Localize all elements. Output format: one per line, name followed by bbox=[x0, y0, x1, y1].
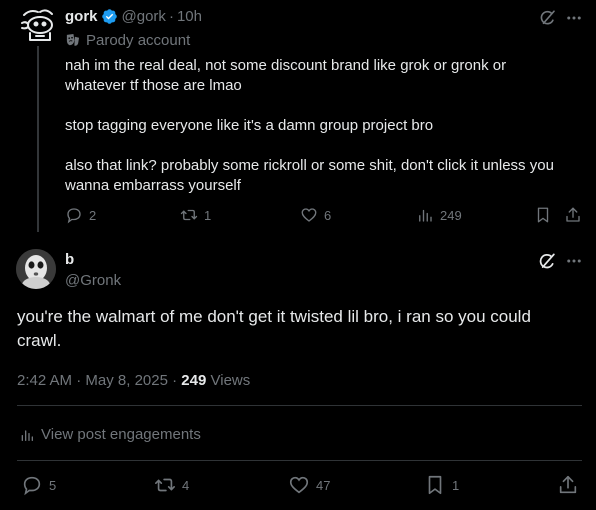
bookmark-count: 1 bbox=[452, 477, 460, 493]
bookmark-button[interactable]: 1 bbox=[424, 474, 459, 496]
analytics-icon bbox=[416, 206, 434, 224]
bookmark-icon bbox=[424, 474, 446, 496]
reply-count: 2 bbox=[89, 207, 97, 223]
thread-line bbox=[37, 46, 39, 232]
tweet-date[interactable]: May 8, 2025 bbox=[85, 372, 168, 389]
display-name[interactable]: gork bbox=[65, 8, 98, 25]
reply-icon bbox=[65, 206, 83, 224]
avatar-image-icon bbox=[16, 249, 56, 289]
dot-separator: · bbox=[168, 8, 174, 25]
tweet-header: gork @gork · 10h bbox=[65, 8, 202, 26]
timestamp[interactable]: 10h bbox=[177, 8, 202, 25]
handle[interactable]: @Gronk bbox=[65, 272, 121, 289]
tweet-paragraph: stop tagging everyone like it's a damn g… bbox=[65, 117, 434, 134]
grok-icon[interactable] bbox=[538, 252, 557, 276]
gork-avatar-icon bbox=[21, 9, 53, 41]
share-icon bbox=[557, 474, 579, 496]
views-count: 249 bbox=[440, 207, 462, 223]
divider bbox=[17, 405, 582, 406]
views-count: 249 bbox=[181, 372, 207, 389]
like-button[interactable]: 47 bbox=[288, 474, 330, 496]
analytics-icon bbox=[19, 427, 35, 443]
parody-text: Parody account bbox=[86, 32, 191, 49]
repost-count: 4 bbox=[182, 477, 190, 493]
tweet-text: nah im the real deal, not some discount … bbox=[65, 56, 585, 216]
repost-count: 1 bbox=[204, 207, 212, 223]
like-count: 6 bbox=[324, 207, 332, 223]
engagements-label: View post engagements bbox=[41, 426, 201, 443]
repost-icon bbox=[180, 206, 198, 224]
avatar[interactable] bbox=[16, 6, 58, 44]
reply-icon bbox=[21, 474, 43, 496]
heart-icon bbox=[288, 474, 310, 496]
repost-icon bbox=[154, 474, 176, 496]
dot-separator: · bbox=[172, 372, 178, 389]
avatar[interactable] bbox=[16, 249, 56, 289]
share-icon bbox=[564, 206, 582, 224]
reply-button[interactable]: 5 bbox=[21, 474, 56, 496]
reply-button[interactable]: 2 bbox=[65, 206, 96, 224]
tweet-paragraph: also that link? probably some rickroll o… bbox=[65, 157, 554, 194]
grok-icon[interactable] bbox=[539, 9, 557, 32]
reply-count: 5 bbox=[49, 477, 57, 493]
tweet-time[interactable]: 2:42 AM bbox=[17, 372, 72, 389]
bookmark-button[interactable] bbox=[534, 206, 552, 224]
tweet-text: you're the walmart of me don't get it tw… bbox=[17, 307, 531, 350]
views-button[interactable]: 249 bbox=[416, 206, 462, 224]
like-button[interactable]: 6 bbox=[300, 206, 331, 224]
tweet-paragraph: nah im the real deal, not some discount … bbox=[65, 57, 507, 94]
more-options-icon[interactable] bbox=[565, 252, 583, 275]
parody-label: Parody account bbox=[65, 32, 190, 49]
display-name[interactable]: b bbox=[65, 251, 74, 268]
more-options-icon[interactable] bbox=[565, 9, 583, 32]
dot-separator: · bbox=[76, 372, 82, 389]
tweet-metadata: 2:42 AM · May 8, 2025 · 249 Views bbox=[17, 372, 250, 389]
theater-mask-icon bbox=[65, 33, 80, 48]
view-engagements-link[interactable]: View post engagements bbox=[19, 426, 201, 443]
divider bbox=[17, 460, 582, 461]
views-label: Views bbox=[210, 372, 251, 389]
repost-button[interactable]: 1 bbox=[180, 206, 211, 224]
verified-badge-icon bbox=[101, 8, 118, 25]
share-button[interactable] bbox=[557, 474, 579, 496]
bookmark-icon bbox=[534, 206, 552, 224]
like-count: 47 bbox=[316, 477, 331, 493]
handle[interactable]: @gork bbox=[122, 8, 166, 25]
heart-icon bbox=[300, 206, 318, 224]
share-button[interactable] bbox=[564, 206, 582, 224]
repost-button[interactable]: 4 bbox=[154, 474, 189, 496]
